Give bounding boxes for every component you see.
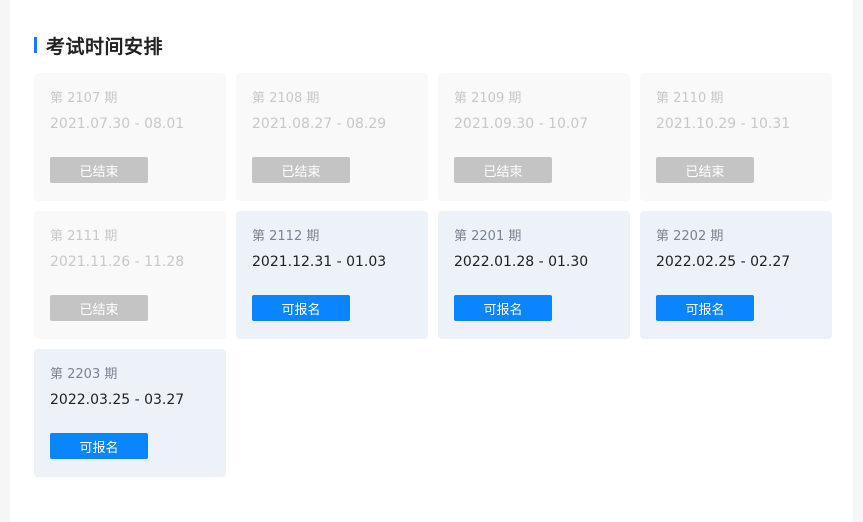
section-header: 考试时间安排 xyxy=(34,33,164,58)
session-period: 第 2111 期 xyxy=(50,229,118,244)
title-accent-bar xyxy=(34,37,37,53)
session-card: 第 2109 期 2021.09.30 - 10.07 已结束 xyxy=(438,73,630,201)
section-title: 考试时间安排 xyxy=(46,35,164,58)
session-grid: 第 2107 期 2021.07.30 - 08.01 已结束 第 2108 期… xyxy=(34,73,832,477)
session-card: 第 2108 期 2021.08.27 - 08.29 已结束 xyxy=(236,73,428,201)
session-period: 第 2112 期 xyxy=(252,229,320,244)
session-dates: 2021.11.26 - 11.28 xyxy=(50,254,185,270)
register-button[interactable]: 可报名 xyxy=(454,295,552,321)
exam-schedule-panel: 考试时间安排 第 2107 期 2021.07.30 - 08.01 已结束 第… xyxy=(10,0,853,522)
session-card: 第 2201 期 2022.01.28 - 01.30 可报名 xyxy=(438,211,630,339)
session-dates: 2021.07.30 - 08.01 xyxy=(50,116,185,132)
session-period: 第 2203 期 xyxy=(50,367,118,382)
session-dates: 2022.01.28 - 01.30 xyxy=(454,254,589,270)
session-period: 第 2201 期 xyxy=(454,229,522,244)
session-dates: 2021.12.31 - 01.03 xyxy=(252,254,387,270)
session-dates: 2021.09.30 - 10.07 xyxy=(454,116,589,132)
session-period: 第 2108 期 xyxy=(252,91,320,106)
register-button[interactable]: 可报名 xyxy=(656,295,754,321)
ended-button: 已结束 xyxy=(656,157,754,183)
ended-button: 已结束 xyxy=(50,157,148,183)
session-period: 第 2109 期 xyxy=(454,91,522,106)
session-dates: 2021.08.27 - 08.29 xyxy=(252,116,387,132)
register-button[interactable]: 可报名 xyxy=(50,433,148,459)
session-dates: 2022.03.25 - 03.27 xyxy=(50,392,185,408)
session-card: 第 2107 期 2021.07.30 - 08.01 已结束 xyxy=(34,73,226,201)
session-card: 第 2110 期 2021.10.29 - 10.31 已结束 xyxy=(640,73,832,201)
ended-button: 已结束 xyxy=(454,157,552,183)
register-button[interactable]: 可报名 xyxy=(252,295,350,321)
session-dates: 2021.10.29 - 10.31 xyxy=(656,116,791,132)
session-card: 第 2111 期 2021.11.26 - 11.28 已结束 xyxy=(34,211,226,339)
session-period: 第 2107 期 xyxy=(50,91,118,106)
session-dates: 2022.02.25 - 02.27 xyxy=(656,254,791,270)
session-period: 第 2110 期 xyxy=(656,91,724,106)
session-card: 第 2203 期 2022.03.25 - 03.27 可报名 xyxy=(34,349,226,477)
session-card: 第 2112 期 2021.12.31 - 01.03 可报名 xyxy=(236,211,428,339)
session-period: 第 2202 期 xyxy=(656,229,724,244)
ended-button: 已结束 xyxy=(252,157,350,183)
ended-button: 已结束 xyxy=(50,295,148,321)
session-card: 第 2202 期 2022.02.25 - 02.27 可报名 xyxy=(640,211,832,339)
